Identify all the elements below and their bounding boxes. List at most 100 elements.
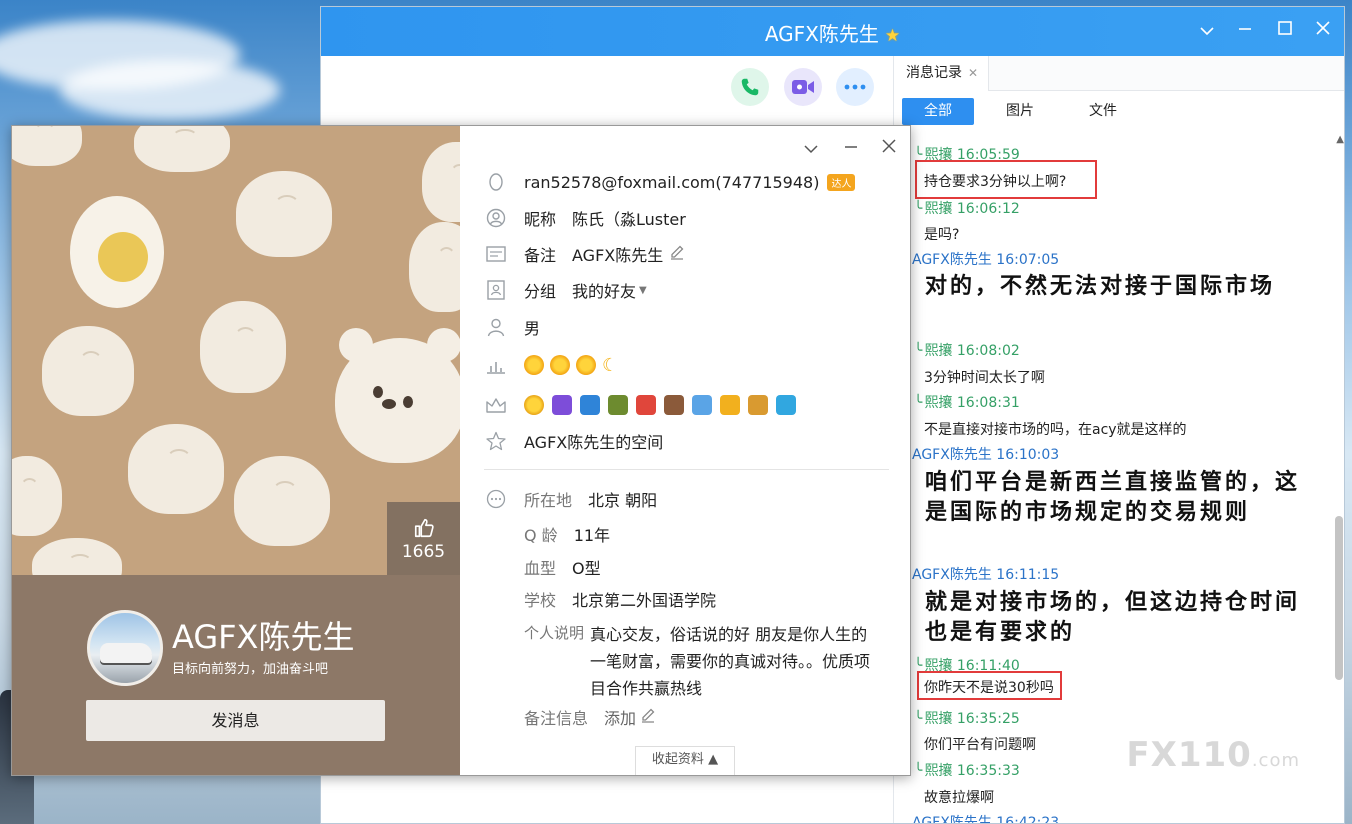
contact-book-icon: [484, 278, 508, 302]
filter-files[interactable]: 文件: [1067, 98, 1139, 125]
intro-value: 真心交友，俗话说的好 朋友是你人生的一笔财富，需要你的真诚对待。。优质项目合作共…: [590, 625, 871, 698]
message-header: ╰ 熙攘 16:08:02: [914, 343, 1020, 359]
space-link[interactable]: AGFX陈先生的空间: [524, 429, 663, 453]
remark-value: AGFX陈先生: [572, 246, 664, 265]
cover-pattern: [98, 232, 148, 282]
group-dropdown[interactable]: 我的好友: [572, 278, 636, 302]
message-text: 故意拉爆啊: [924, 790, 994, 806]
message-text-large: 对的，不然无法对接于国际市场: [925, 273, 1276, 299]
profile-signature: 目标向前努力，加油奋斗吧: [172, 662, 329, 677]
tab-label: 消息记录: [906, 65, 962, 81]
chevron-down-icon[interactable]: [1193, 19, 1221, 43]
collapse-info-button[interactable]: 收起资料 ▲: [635, 746, 735, 775]
video-call-button[interactable]: [784, 68, 822, 106]
filter-all[interactable]: 全部: [902, 98, 974, 125]
sun-level-icon: [576, 355, 596, 375]
avatar[interactable]: [87, 610, 163, 686]
camera-service-icon[interactable]: [580, 395, 600, 415]
blood-row: 血型 O型: [524, 554, 601, 580]
cover-pattern: [12, 456, 62, 536]
message-text-large: 咱们平台是新西兰直接监管的，这是国际的市场规定的交易规则: [925, 469, 1301, 525]
cover-pattern: [409, 222, 460, 312]
like-count: 1665: [401, 542, 446, 562]
mail-service-icon[interactable]: [692, 395, 712, 415]
level-row: ☾: [484, 352, 618, 378]
edit-pencil-icon[interactable]: [669, 244, 685, 264]
group-row: 分组 我的好友 ▼: [484, 277, 647, 303]
blood-value: O型: [572, 559, 601, 578]
sun-level-icon: [550, 355, 570, 375]
close-button[interactable]: [876, 138, 902, 159]
cover-pattern: [128, 424, 224, 514]
message-header: AGFX陈先生 16:11:15: [912, 567, 1060, 583]
moon-level-icon: ☾: [602, 354, 619, 376]
video-icon: [792, 80, 814, 94]
farm-service-icon[interactable]: [608, 395, 628, 415]
email-row: ran52578@foxmail.com(747715948) 达人: [484, 169, 856, 195]
scroll-up-arrow[interactable]: ▲: [1336, 134, 1344, 145]
tab-message-history[interactable]: 消息记录 ✕: [894, 56, 990, 91]
maximize-button[interactable]: [1271, 19, 1299, 43]
school-value: 北京第二外国语学院: [572, 591, 717, 610]
services-row: [484, 392, 804, 418]
nickname-label: 昵称: [524, 210, 557, 229]
bear-illustration: [335, 328, 460, 463]
caret-down-icon[interactable]: ▼: [639, 285, 647, 296]
edit-pencil-icon[interactable]: [640, 707, 656, 727]
crown-icon: [484, 393, 508, 417]
qage-value: 11年: [573, 526, 611, 545]
chevron-down-icon[interactable]: [798, 138, 824, 159]
gender-value: 男: [524, 319, 541, 338]
remark-info-row: 备注信息 添加: [524, 704, 656, 730]
cover-pattern: [42, 326, 134, 416]
send-message-button[interactable]: 发消息: [86, 700, 385, 741]
add-remark-link[interactable]: 添加: [604, 705, 636, 729]
message-header: ╰ 熙攘 16:08:31: [914, 395, 1020, 411]
phone-icon: [741, 78, 759, 96]
app-service-icon[interactable]: [552, 395, 572, 415]
level-chart-icon: [484, 353, 508, 377]
chat-title-bar[interactable]: AGFX陈先生 ★: [321, 7, 1344, 56]
group-label: 分组: [524, 282, 557, 301]
remark-label: 备注: [524, 246, 557, 265]
more-button[interactable]: [836, 68, 874, 106]
cow-service-icon[interactable]: [664, 395, 684, 415]
close-button[interactable]: [1309, 19, 1337, 43]
message-history-panel: 消息记录 ✕ 全部 图片 文件 ▲ ╰ 熙攘 16:05:59 持仓要求3分钟以上啊…: [893, 56, 1344, 824]
school-row: 学校 北京第二外国语学院: [524, 586, 716, 612]
message-text: 不是直接对接市场的吗，在acy就是这样的: [924, 422, 1187, 438]
message-header: AGFX陈先生 16:07:05: [912, 252, 1060, 268]
minimize-button[interactable]: [838, 138, 864, 159]
message-header: AGFX陈先生 16:42:23: [912, 815, 1060, 824]
cover-pattern: [200, 301, 286, 393]
qage-row: Q 龄 11年: [524, 521, 610, 547]
minimize-button[interactable]: [1231, 19, 1259, 43]
star-service-icon[interactable]: [524, 395, 544, 415]
voice-call-button[interactable]: [731, 68, 769, 106]
cover-pattern: [134, 126, 230, 172]
message-text-large: 就是对接市场的，但这边持仓时间也是有要求的: [925, 589, 1301, 645]
shield-service-icon[interactable]: [720, 395, 740, 415]
scrollbar-thumb[interactable]: [1335, 516, 1343, 680]
message-header: ╰ 熙攘 16:06:12: [914, 201, 1020, 217]
location-value: 北京 朝阳: [588, 491, 658, 510]
pet-service-icon[interactable]: [636, 395, 656, 415]
game-service-icon[interactable]: [748, 395, 768, 415]
profile-name: AGFX陈先生: [172, 618, 355, 656]
email-value[interactable]: ran52578@foxmail.com(747715948): [524, 173, 819, 192]
message-header: ╰ 熙攘 16:35:33: [914, 763, 1020, 779]
desktop-cloud: [60, 60, 280, 120]
message-header: ╰ 熙攘 16:35:25: [914, 711, 1020, 727]
close-icon[interactable]: ✕: [968, 66, 978, 80]
message-text: 是吗?: [924, 227, 960, 243]
cloud-service-icon[interactable]: [776, 395, 796, 415]
star-outline-icon: [484, 429, 508, 453]
location-row: 所在地 北京 朝阳: [484, 486, 657, 512]
blood-label: 血型: [524, 559, 557, 578]
qage-label: Q 龄: [524, 526, 558, 545]
gender-row: 男: [484, 314, 540, 340]
cover-pattern: [12, 126, 82, 166]
chat-title: AGFX陈先生: [764, 22, 879, 46]
like-button[interactable]: 1665: [387, 502, 460, 575]
filter-images[interactable]: 图片: [984, 98, 1056, 125]
